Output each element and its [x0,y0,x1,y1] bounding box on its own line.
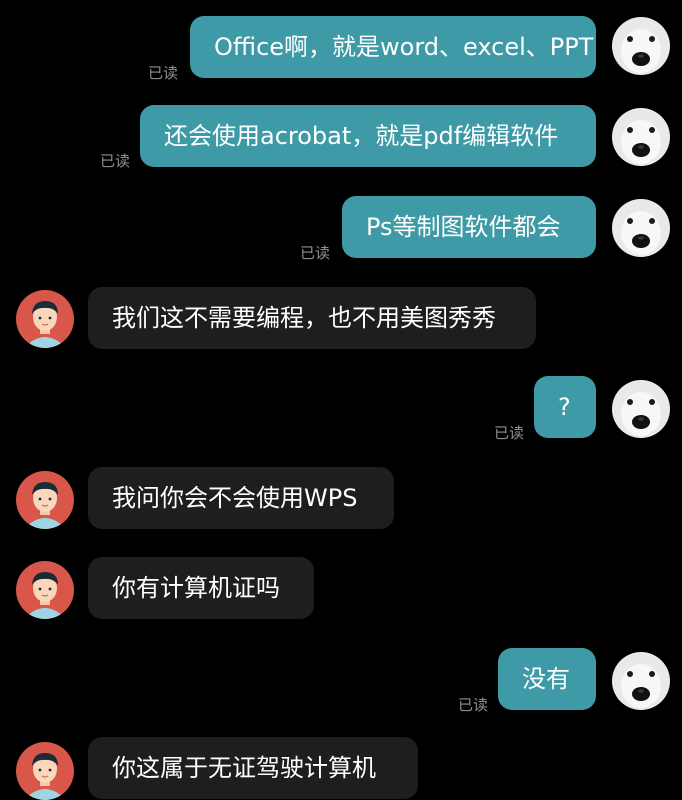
dog-avatar-image [612,652,670,710]
read-status: 已读 [148,64,179,82]
man-avatar-image [16,290,74,348]
message-bubble[interactable]: 我们这不需要编程，也不用美图秀秀 [88,287,536,349]
man-avatar-image [16,471,74,529]
read-status: 已读 [458,696,489,714]
message-bubble[interactable]: Ps等制图软件都会 [342,196,596,258]
dog-avatar-image [612,108,670,166]
message-bubble[interactable]: 没有 [498,648,596,710]
dog-avatar-image [612,199,670,257]
message-bubble[interactable]: ? [534,376,596,438]
message-bubble[interactable]: 还会使用acrobat，就是pdf编辑软件 [140,105,596,167]
message-bubble[interactable]: 你有计算机证吗 [88,557,314,619]
dog-avatar-icon[interactable] [612,380,670,438]
man-avatar-image [16,742,74,800]
message-bubble[interactable]: 你这属于无证驾驶计算机 [88,737,418,799]
dog-avatar-icon[interactable] [612,108,670,166]
dog-avatar-icon[interactable] [612,652,670,710]
dog-avatar-icon[interactable] [612,17,670,75]
dog-avatar-image [612,380,670,438]
message-bubble[interactable]: Office啊，就是word、excel、PPT [190,16,596,78]
man-avatar-image [16,561,74,619]
cartoon-man-avatar-icon[interactable] [16,290,74,348]
cartoon-man-avatar-icon[interactable] [16,561,74,619]
cartoon-man-avatar-icon[interactable] [16,471,74,529]
dog-avatar-icon[interactable] [612,199,670,257]
read-status: 已读 [100,152,131,170]
message-bubble[interactable]: 我问你会不会使用WPS [88,467,394,529]
cartoon-man-avatar-icon[interactable] [16,742,74,800]
read-status: 已读 [300,244,331,262]
chat-thread: Office啊，就是word、excel、PPT 已读 还会使用acrobat，… [0,0,682,800]
dog-avatar-image [612,17,670,75]
read-status: 已读 [494,424,525,442]
